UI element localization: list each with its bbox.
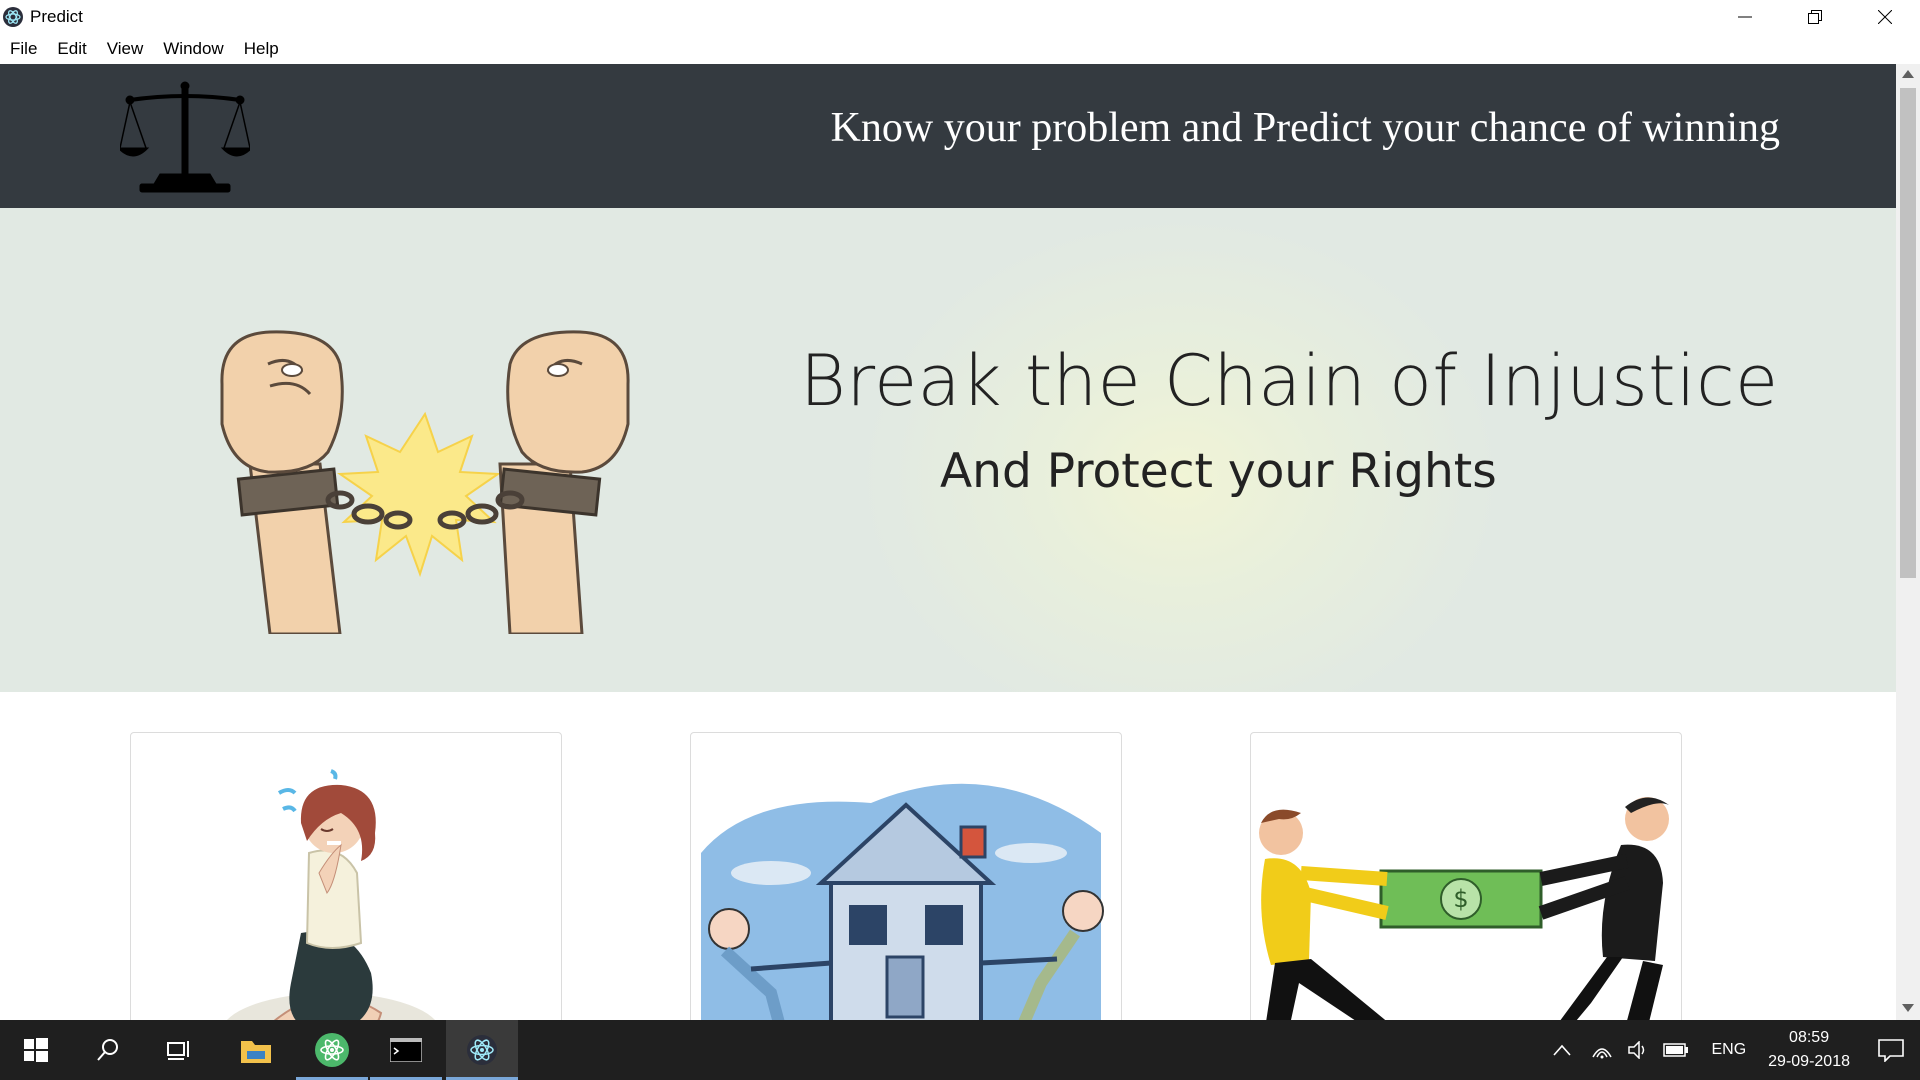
worried-woman-illustration [226, 769, 436, 1020]
chevron-down-icon [1902, 1004, 1914, 1012]
electron-icon [467, 1035, 497, 1065]
clock[interactable]: 08:59 29-09-2018 [1768, 1026, 1850, 1074]
menu-window[interactable]: Window [153, 39, 233, 59]
header-tagline: Know your problem and Predict your chanc… [830, 105, 1780, 151]
windows-taskbar: ENG 08:59 29-09-2018 [0, 1020, 1920, 1080]
notification-center-icon[interactable] [1878, 1038, 1904, 1062]
window-title: Predict [30, 7, 83, 26]
taskbar-electron-app[interactable] [446, 1020, 518, 1080]
atom-icon [315, 1033, 349, 1067]
menu-view[interactable]: View [97, 39, 154, 59]
app-viewport: Know your problem and Predict your chanc… [0, 64, 1896, 1020]
menu-help[interactable]: Help [234, 39, 289, 59]
close-button[interactable] [1850, 0, 1920, 34]
scroll-up-arrow[interactable] [1902, 70, 1914, 82]
money-tug-of-war-illustration: $ [1259, 797, 1669, 1020]
card-personal[interactable] [130, 732, 562, 1020]
battery-icon[interactable] [1663, 1043, 1689, 1057]
menu-edit[interactable]: Edit [47, 39, 96, 59]
windows-start-icon [24, 1038, 48, 1062]
task-view-icon [167, 1041, 189, 1060]
volume-icon[interactable] [1627, 1041, 1649, 1059]
menu-bar: File Edit View Window Help [0, 34, 1920, 64]
language-indicator[interactable]: ENG [1711, 1041, 1746, 1059]
property-dispute-house-illustration [701, 783, 1104, 1020]
system-tray: ENG 08:59 29-09-2018 [1553, 1020, 1920, 1080]
network-icon[interactable] [1591, 1041, 1613, 1059]
card-money[interactable]: $ [1250, 732, 1682, 1020]
clock-date: 29-09-2018 [1768, 1053, 1850, 1070]
title-bar: Predict [0, 0, 1920, 34]
hero-title: Break the Chain of Injustice [800, 340, 1779, 422]
app-icon [3, 7, 23, 27]
scales-of-justice-icon [120, 81, 250, 193]
start-button[interactable] [0, 1020, 72, 1080]
card-property[interactable] [690, 732, 1122, 1020]
terminal-icon [390, 1038, 422, 1062]
fists-breaking-chain-illustration [220, 330, 630, 634]
vertical-scrollbar[interactable] [1896, 64, 1920, 1020]
minimize-button[interactable] [1710, 0, 1780, 34]
chevron-up-icon [1902, 70, 1914, 78]
site-header: Know your problem and Predict your chanc… [0, 64, 1896, 208]
search-icon [97, 1039, 118, 1061]
hero-subtitle: And Protect your Rights [940, 444, 1497, 499]
restore-button[interactable] [1780, 0, 1850, 34]
scroll-down-arrow[interactable] [1902, 1004, 1914, 1016]
search-button[interactable] [72, 1020, 144, 1080]
clock-time: 08:59 [1789, 1029, 1830, 1046]
menu-file[interactable]: File [0, 39, 47, 59]
close-icon [1878, 10, 1892, 24]
taskbar-atom[interactable] [296, 1020, 368, 1080]
minimize-icon [1738, 16, 1752, 18]
task-view-button[interactable] [144, 1020, 216, 1080]
file-explorer-icon [241, 1041, 271, 1063]
taskbar-file-explorer[interactable] [220, 1020, 292, 1080]
chevron-up-icon[interactable] [1553, 1044, 1572, 1056]
scroll-thumb[interactable] [1900, 88, 1916, 578]
hero-banner: Break the Chain of Injustice And Protect… [0, 208, 1896, 692]
svg-text:$: $ [1453, 885, 1468, 913]
taskbar-terminal[interactable] [370, 1020, 442, 1080]
restore-icon [1808, 10, 1822, 24]
